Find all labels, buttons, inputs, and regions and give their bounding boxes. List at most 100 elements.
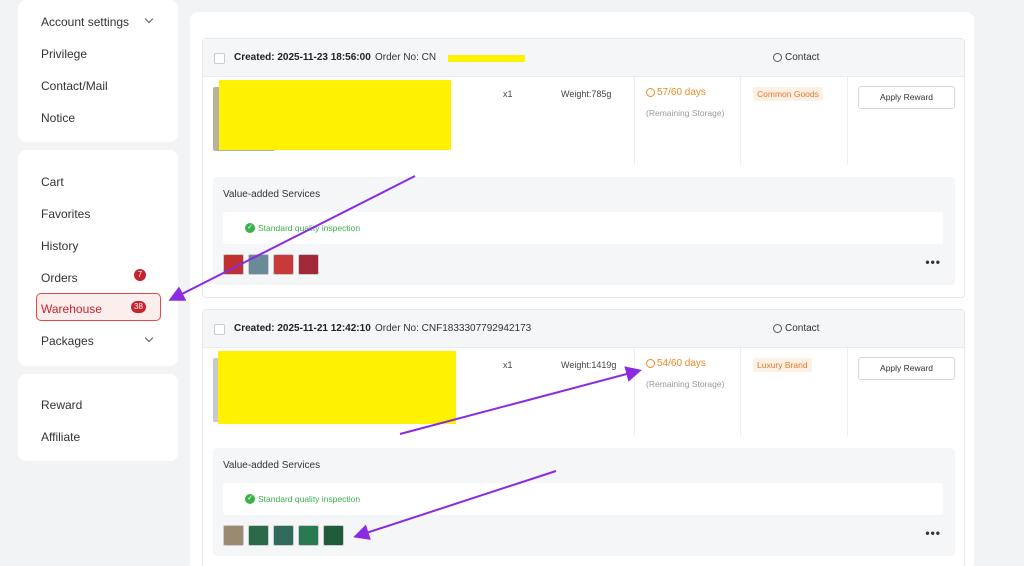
sidebar-item-affiliate[interactable]: Affiliate — [41, 430, 80, 444]
value-added-services: Value-added Services ✓ Standard quality … — [213, 448, 955, 556]
storage-days: 54/60 days — [646, 358, 706, 369]
sidebar-item-label: Affiliate — [41, 430, 81, 444]
column-divider — [740, 348, 741, 436]
sidebar-item-label: Reward — [41, 398, 83, 412]
order-item-row: x1 Weight:785g 57/60 days (Remaining Sto… — [203, 77, 964, 165]
item-weight: Weight:1419g — [561, 360, 617, 370]
column-divider — [847, 348, 848, 436]
sidebar-item-label: Favorites — [41, 207, 91, 221]
sidebar-item-orders[interactable]: Orders — [41, 271, 78, 285]
column-divider — [740, 77, 741, 165]
sidebar-item-privilege[interactable]: Privilege — [41, 47, 87, 61]
remaining-storage-label: (Remaining Storage) — [646, 108, 725, 118]
inspection-photo-thumbnail[interactable] — [298, 525, 319, 546]
sidebar-item-history[interactable]: History — [41, 239, 78, 253]
apply-reward-button[interactable]: Apply Reward — [858, 86, 955, 109]
inspection-photo-thumbnail[interactable] — [248, 254, 269, 275]
sidebar-item-warehouse[interactable]: Warehouse — [41, 302, 102, 316]
order-item-row: x1 Weight:1419g 54/60 days (Remaining St… — [203, 348, 964, 436]
sidebar-item-label: Account settings — [41, 15, 130, 29]
sidebar-item-packages[interactable]: Packages — [41, 334, 94, 348]
item-quantity: x1 — [503, 360, 513, 370]
contact-label: Contact — [785, 323, 820, 334]
remaining-storage-label: (Remaining Storage) — [646, 379, 725, 389]
sidebar-item-notice[interactable]: Notice — [41, 111, 75, 125]
order-number: Order No: CN — [375, 52, 437, 63]
redaction-block — [448, 55, 525, 62]
sidebar-item-label: Cart — [41, 175, 64, 189]
sidebar-item-cart[interactable]: Cart — [41, 175, 64, 189]
order-select-checkbox[interactable] — [214, 324, 225, 335]
vas-title: Value-added Services — [223, 460, 321, 471]
apply-reward-button[interactable]: Apply Reward — [858, 357, 955, 380]
more-options-icon[interactable]: ••• — [925, 255, 941, 269]
inspection-photos — [223, 525, 344, 546]
sidebar-card-shopping: Cart Favorites History Orders 7 Warehous… — [18, 150, 178, 366]
check-circle-icon: ✓ — [245, 494, 255, 504]
sidebar-item-label: Privilege — [41, 47, 88, 61]
item-weight: Weight:785g — [561, 89, 612, 99]
goods-category-tag: Common Goods — [753, 87, 823, 101]
vas-box: ✓ Standard quality inspection — [223, 212, 943, 244]
check-circle-icon: ✓ — [245, 223, 255, 233]
value-added-services: Value-added Services ✓ Standard quality … — [213, 177, 955, 285]
inspection-photo-thumbnail[interactable] — [298, 254, 319, 275]
orders-count-badge: 7 — [134, 269, 146, 281]
inspection-photo-thumbnail[interactable] — [223, 525, 244, 546]
storage-days: 57/60 days — [646, 87, 706, 98]
chat-icon — [773, 324, 782, 333]
inspection-photo-thumbnail[interactable] — [323, 525, 344, 546]
vas-item-label: Standard quality inspection — [258, 494, 361, 504]
goods-category-tag: Luxury Brand — [753, 358, 812, 372]
item-quantity: x1 — [503, 89, 513, 99]
storage-days-value: 57/60 days — [657, 87, 706, 98]
sidebar-item-label: Notice — [41, 111, 76, 125]
contact-label: Contact — [785, 52, 820, 63]
contact-button[interactable]: Contact — [773, 52, 819, 63]
sidebar-item-label: Warehouse — [41, 302, 102, 316]
sidebar-card-account: Account settings Privilege Contact/Mail … — [18, 0, 178, 142]
order-card: Created: 2025-11-23 18:56:00 Order No: C… — [202, 38, 965, 298]
clock-icon — [646, 359, 655, 368]
sidebar-item-label: History — [41, 239, 79, 253]
inspection-photos — [223, 254, 319, 275]
clock-icon — [646, 88, 655, 97]
vas-item: ✓ Standard quality inspection — [245, 494, 360, 504]
sidebar-item-contact-mail[interactable]: Contact/Mail — [41, 79, 108, 93]
vas-title: Value-added Services — [223, 189, 321, 200]
chat-icon — [773, 53, 782, 62]
column-divider — [847, 77, 848, 165]
contact-button[interactable]: Contact — [773, 323, 819, 334]
order-header: Created: 2025-11-21 12:42:10 Order No: C… — [203, 310, 964, 348]
order-card: Created: 2025-11-21 12:42:10 Order No: C… — [202, 309, 965, 566]
more-options-icon[interactable]: ••• — [925, 526, 941, 540]
storage-days-value: 54/60 days — [657, 358, 706, 369]
column-divider — [634, 77, 635, 165]
sidebar-item-label: Packages — [41, 334, 94, 348]
order-created: Created: 2025-11-23 18:56:00 — [234, 52, 371, 63]
inspection-photo-thumbnail[interactable] — [273, 525, 294, 546]
warehouse-count-badge: 38 — [131, 301, 146, 313]
chevron-down-icon[interactable] — [144, 333, 154, 343]
vas-item: ✓ Standard quality inspection — [245, 223, 360, 233]
redaction-block — [219, 80, 451, 150]
redaction-block — [218, 351, 456, 424]
sidebar-card-rewards: Reward Affiliate — [18, 374, 178, 461]
column-divider — [634, 348, 635, 436]
inspection-photo-thumbnail[interactable] — [223, 254, 244, 275]
order-select-checkbox[interactable] — [214, 53, 225, 64]
sidebar-item-reward[interactable]: Reward — [41, 398, 82, 412]
inspection-photo-thumbnail[interactable] — [273, 254, 294, 275]
sidebar-item-account-settings[interactable]: Account settings — [41, 15, 129, 29]
vas-item-label: Standard quality inspection — [258, 223, 361, 233]
sidebar-item-label: Orders — [41, 271, 78, 285]
sidebar-item-label: Contact/Mail — [41, 79, 108, 93]
inspection-photo-thumbnail[interactable] — [248, 525, 269, 546]
order-header: Created: 2025-11-23 18:56:00 Order No: C… — [203, 39, 964, 77]
sidebar-item-favorites[interactable]: Favorites — [41, 207, 90, 221]
chevron-down-icon[interactable] — [144, 14, 154, 24]
order-created: Created: 2025-11-21 12:42:10 — [234, 323, 371, 334]
order-number: Order No: CNF1833307792942173 — [375, 323, 532, 334]
warehouse-panel: Created: 2025-11-23 18:56:00 Order No: C… — [190, 12, 974, 566]
vas-box: ✓ Standard quality inspection — [223, 483, 943, 515]
